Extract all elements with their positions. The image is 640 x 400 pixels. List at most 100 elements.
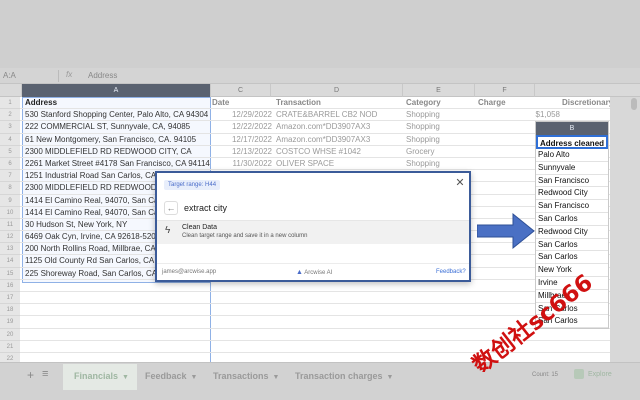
command-input[interactable]	[184, 200, 464, 216]
row-number[interactable]: 12	[0, 231, 20, 244]
tab-financials[interactable]: Financials ▼	[74, 371, 129, 381]
cleaned-cell[interactable]: San Francisco	[536, 200, 608, 213]
column-headers: A C D E F	[0, 84, 640, 97]
formula-divider	[58, 70, 59, 82]
cell-address[interactable]: 61 New Montgomery, San Francisco, CA. 94…	[25, 134, 211, 146]
cell-date[interactable]: 12/13/2022	[214, 146, 272, 158]
row-number[interactable]: 8	[0, 182, 20, 195]
header-address[interactable]: Address	[25, 97, 211, 109]
row-number[interactable]: 16	[0, 279, 20, 292]
header-category[interactable]: Category	[406, 97, 472, 109]
row-number[interactable]: 1	[0, 97, 20, 110]
formula-value[interactable]: Address	[88, 71, 117, 80]
cell-category[interactable]: Shopping	[406, 109, 472, 121]
cell-transaction[interactable]: Amazon.com*DD3907AX3	[276, 121, 404, 133]
cell-category[interactable]: Shopping	[406, 134, 472, 146]
row-number[interactable]: 18	[0, 304, 20, 317]
row-number[interactable]: 3	[0, 121, 20, 134]
cleaned-cell[interactable]: San Francisco	[536, 175, 608, 188]
column-header-e[interactable]: E	[403, 84, 475, 97]
tab-transaction-charges[interactable]: Transaction charges ▼	[295, 371, 393, 381]
cleaned-column-title[interactable]: Address cleaned	[536, 135, 608, 149]
arrow-right-icon	[477, 212, 535, 250]
cleaned-cell[interactable]: San Carlos	[536, 213, 608, 226]
row-number[interactable]: 13	[0, 243, 20, 256]
tab-label: Transactions	[213, 371, 269, 381]
target-range-tag: Target range: H44	[164, 180, 221, 190]
option-description: Clean target range and save it in a new …	[182, 233, 308, 239]
cell-transaction[interactable]: COSTCO WHSE #1042	[276, 146, 404, 158]
add-sheet-icon[interactable]: +	[27, 368, 34, 382]
selection-count[interactable]: Count: 15	[532, 372, 558, 378]
header-charge[interactable]: Charge	[478, 97, 560, 109]
back-arrow-icon[interactable]: ←	[164, 201, 178, 215]
clean-data-option[interactable]: ϟ Clean Data Clean target range and save…	[157, 221, 469, 244]
row-numbers: 1 2 3 4 5 6 7 8 9 10 11 12 13 14 15 16 17 18 19 20 21 22	[0, 97, 20, 366]
cell-transaction[interactable]: OLIVER SPACE	[276, 158, 404, 170]
row-number[interactable]: 15	[0, 267, 20, 280]
tab-label: Feedback	[145, 371, 187, 381]
lightning-icon: ϟ	[165, 225, 171, 236]
close-icon[interactable]: ✕	[454, 177, 466, 189]
cell-transaction[interactable]: Amazon.com*DD3907AX3	[276, 134, 404, 146]
column-header-f[interactable]: F	[475, 84, 535, 97]
row-number[interactable]: 10	[0, 206, 20, 219]
option-title: Clean Data	[182, 224, 218, 231]
row-number[interactable]: 2	[0, 109, 20, 122]
cell-date[interactable]: 12/17/2022	[214, 134, 272, 146]
cell-date[interactable]: 11/30/2022	[214, 158, 272, 170]
chevron-down-icon[interactable]: ▼	[387, 374, 394, 381]
cell-address[interactable]: 530 Stanford Shopping Center, Palo Alto,…	[25, 109, 211, 121]
tab-feedback[interactable]: Feedback ▼	[145, 371, 197, 381]
column-header-d[interactable]: D	[271, 84, 403, 97]
tab-label: Financials	[74, 371, 119, 381]
all-sheets-icon[interactable]: ≡	[42, 368, 48, 380]
chevron-down-icon[interactable]: ▼	[191, 374, 198, 381]
cell-date[interactable]: 12/29/2022	[214, 109, 272, 121]
cell-category[interactable]: Shopping	[406, 158, 472, 170]
column-header-a[interactable]: A	[22, 84, 211, 97]
row-number[interactable]: 21	[0, 340, 20, 353]
header-date[interactable]: Date	[212, 97, 270, 109]
cleaned-cell[interactable]: Sunnyvale	[536, 162, 608, 175]
chevron-down-icon[interactable]: ▼	[122, 374, 129, 381]
cell-reference[interactable]: A:A	[3, 71, 16, 80]
cell-address[interactable]: 2300 MIDDLEFIELD RD REDWOOD CITY, CA	[25, 146, 211, 158]
cleaned-cell[interactable]: San Carlos	[536, 239, 608, 252]
cell-charge[interactable]: $1,058	[478, 109, 560, 121]
cell-date[interactable]: 12/22/2022	[214, 121, 272, 133]
toolbar-area	[0, 0, 640, 68]
cell-category[interactable]: Shopping	[406, 121, 472, 133]
user-email: james@arcwise.app	[162, 269, 217, 275]
row-number[interactable]: 6	[0, 157, 20, 171]
corner-header[interactable]	[0, 84, 22, 97]
cleaned-cell[interactable]: Redwood City	[536, 226, 608, 239]
footer-divider	[157, 263, 469, 264]
cell-transaction[interactable]: CRATE&BARREL CB2 NOD	[276, 109, 404, 121]
cell-address[interactable]: 2261 Market Street #4178 San Francisco, …	[25, 158, 211, 170]
row-number[interactable]: 5	[0, 145, 20, 158]
cleaned-cell[interactable]: Palo Alto	[536, 149, 608, 162]
cell-category[interactable]: Grocery	[406, 146, 472, 158]
cell-address[interactable]: 222 COMMERCIAL ST, Sunnyvale, CA, 94085	[25, 121, 211, 133]
vertical-scrollbar[interactable]	[631, 98, 637, 110]
column-header-c[interactable]: C	[211, 84, 271, 97]
cleaned-cell[interactable]: Redwood City	[536, 187, 608, 201]
chevron-down-icon[interactable]: ▼	[273, 374, 280, 381]
row-number[interactable]: 20	[0, 328, 20, 341]
row-number[interactable]: 19	[0, 316, 20, 329]
tab-transactions[interactable]: Transactions ▼	[213, 371, 279, 381]
header-transaction[interactable]: Transaction	[276, 97, 404, 109]
column-header-b[interactable]: B	[536, 122, 608, 135]
brand: ▲ Arcwise AI	[296, 269, 332, 276]
row-number[interactable]: 14	[0, 255, 20, 268]
tab-label: Transaction charges	[295, 371, 383, 381]
row-number[interactable]: 4	[0, 133, 20, 146]
row-number[interactable]: 7	[0, 170, 20, 183]
arcwise-logo-icon: ▲	[296, 269, 303, 276]
formula-bar[interactable]: A:A fx Address	[0, 68, 640, 84]
row-number[interactable]: 9	[0, 194, 20, 207]
svg-text:数创社sc666: 数创社sc666	[467, 269, 597, 372]
row-number[interactable]: 17	[0, 292, 20, 305]
row-number[interactable]: 11	[0, 218, 20, 232]
